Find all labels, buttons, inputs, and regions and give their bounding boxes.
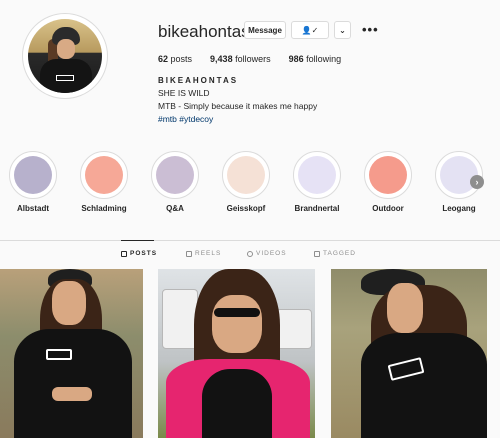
bio-line: MTB - Simply because it makes me happy xyxy=(158,101,318,111)
highlight-schladming[interactable]: Schladming xyxy=(80,151,128,213)
tab-videos[interactable]: VIDEOS xyxy=(247,250,287,257)
highlight-label: Brandnertal xyxy=(294,204,340,213)
highlight-label: Albstadt xyxy=(17,204,49,213)
highlight-label: Q&A xyxy=(166,204,184,213)
following-stat[interactable]: 986 following xyxy=(289,54,342,64)
tagged-icon xyxy=(314,250,320,257)
bio-hashtags[interactable]: #mtb #ytdecoy xyxy=(158,113,317,126)
highlight-albstadt[interactable]: Albstadt xyxy=(9,151,57,213)
highlight-qa[interactable]: Q&A xyxy=(151,151,199,213)
bio-name: BIKEAHONTAS xyxy=(158,76,239,85)
highlight-cover xyxy=(369,156,407,194)
highlight-cover xyxy=(156,156,194,194)
reels-icon xyxy=(186,250,192,257)
tabs-divider xyxy=(0,240,500,241)
highlight-label: Outdoor xyxy=(372,204,404,213)
highlight-cover xyxy=(298,156,336,194)
post-thumbnail[interactable] xyxy=(0,269,143,438)
tab-posts[interactable]: POSTS xyxy=(121,250,157,257)
active-tab-indicator xyxy=(121,240,154,241)
profile-bio: BIKEAHONTAS SHE IS WILD MTB - Simply bec… xyxy=(158,74,317,126)
highlight-cover xyxy=(440,156,478,194)
video-icon xyxy=(247,250,253,257)
avatar-image xyxy=(28,19,102,93)
profile-stats: 62 posts 9,438 followers 986 following xyxy=(158,54,341,64)
message-button[interactable]: Message xyxy=(244,21,286,39)
highlight-cover xyxy=(85,156,123,194)
grid-icon xyxy=(121,250,127,257)
bio-line: SHE IS WILD xyxy=(158,88,210,98)
highlight-cover xyxy=(14,156,52,194)
suggested-dropdown-button[interactable]: ⌄ xyxy=(334,21,351,39)
highlight-label: Schladming xyxy=(81,204,127,213)
post-thumbnail[interactable] xyxy=(331,269,487,438)
post-thumbnail[interactable] xyxy=(158,269,315,438)
highlight-label: Geisskopf xyxy=(226,204,266,213)
followers-stat[interactable]: 9,438 followers xyxy=(210,54,271,64)
tab-tagged[interactable]: TAGGED xyxy=(314,250,356,257)
highlight-cover xyxy=(227,156,265,194)
tab-reels[interactable]: REELS xyxy=(186,250,221,257)
profile-avatar[interactable] xyxy=(22,13,108,99)
highlight-outdoor[interactable]: Outdoor xyxy=(364,151,412,213)
highlight-geisskopf[interactable]: Geisskopf xyxy=(222,151,270,213)
user-check-icon: 👤✓ xyxy=(301,25,319,35)
highlight-brandnertal[interactable]: Brandnertal xyxy=(293,151,341,213)
posts-stat: 62 posts xyxy=(158,54,193,64)
chevron-right-icon[interactable]: › xyxy=(470,175,484,189)
more-options-icon[interactable]: ••• xyxy=(362,22,379,37)
profile-username: bikeahontas xyxy=(158,22,250,41)
highlight-label: Leogang xyxy=(442,204,476,213)
following-button[interactable]: 👤✓ xyxy=(291,21,329,39)
chevron-down-icon: ⌄ xyxy=(339,25,346,35)
